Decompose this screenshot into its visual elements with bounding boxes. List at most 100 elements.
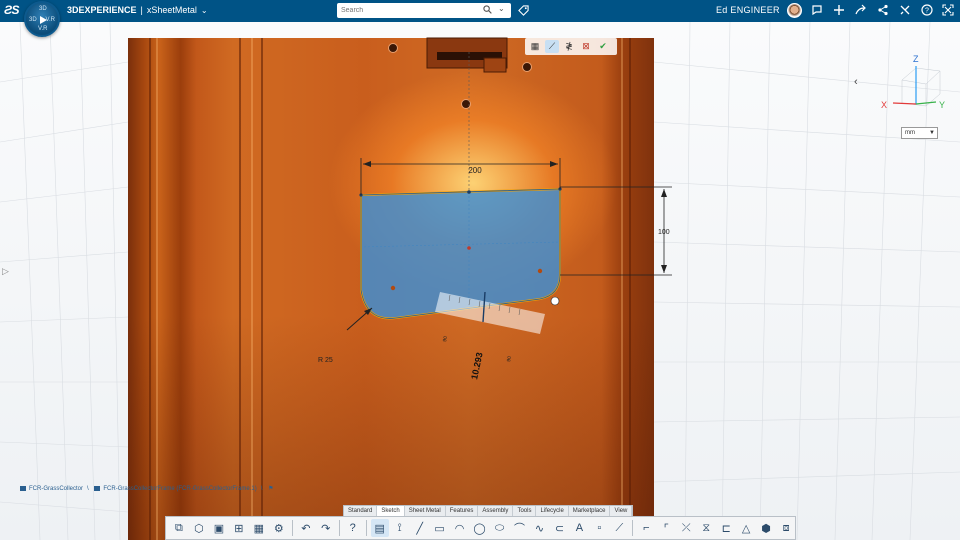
- ruler-label-1: 90: [442, 336, 449, 343]
- undo-icon[interactable]: ↶: [297, 519, 315, 537]
- chevron-down-icon: ▼: [929, 130, 935, 136]
- sketch-overlay: 200 100 R 25 10.293 90 90 Z X Y: [149, 37, 945, 540]
- help-icon[interactable]: ?: [921, 4, 933, 16]
- compass-north: 3D: [39, 6, 47, 12]
- tab-sketch[interactable]: Sketch: [377, 506, 405, 516]
- circle-icon[interactable]: ◯: [471, 519, 489, 537]
- breadcrumb-separator: \: [260, 486, 263, 492]
- sketch-context-toolbar: ▦ ⟋ ≹ ⊠ ✔: [525, 38, 617, 55]
- construction-icon[interactable]: ⟋: [610, 519, 628, 537]
- tab-sheet-metal[interactable]: Sheet Metal: [405, 506, 446, 516]
- tab-lifecycle[interactable]: Lifecycle: [536, 506, 569, 516]
- search-dropdown-icon[interactable]: ⌄: [498, 4, 505, 13]
- title-separator: |: [140, 5, 143, 15]
- grid-icon[interactable]: ▦: [528, 40, 542, 53]
- fullscreen-icon[interactable]: [942, 4, 954, 16]
- search-box[interactable]: ⌄: [337, 3, 511, 18]
- component-icon[interactable]: ⧉: [170, 519, 188, 537]
- toolbar-divider: [632, 520, 634, 536]
- top-bar: ƧS 3DEXPERIENCE|xSheetMetal ⌄ ⌄ Ed ENGINE…: [0, 0, 960, 22]
- point-icon[interactable]: ▫: [590, 519, 608, 537]
- text-icon[interactable]: A: [570, 519, 588, 537]
- tab-tools[interactable]: Tools: [513, 506, 537, 516]
- ds-logo: ƧS: [4, 3, 20, 17]
- axis-x-label: X: [881, 100, 887, 110]
- sketch-icon[interactable]: ⚑: [268, 486, 273, 492]
- sketch-grid-icon[interactable]: ▤: [370, 519, 389, 537]
- compass-west: 3D: [29, 17, 37, 23]
- save-icon[interactable]: ▣: [210, 519, 228, 537]
- spline-icon[interactable]: ∿: [530, 519, 548, 537]
- conic-icon[interactable]: ⌒: [511, 519, 529, 537]
- breadcrumb-separator: \: [87, 486, 89, 492]
- chamfer-icon[interactable]: ⌜: [657, 519, 675, 537]
- search-icon[interactable]: [483, 5, 492, 14]
- toolbar-divider: [365, 520, 367, 536]
- axis-y-label: Y: [939, 100, 945, 110]
- breadcrumb: FCR-GrassCollector \ FCR-GrassCollectorFr…: [20, 485, 277, 492]
- ruler-label-2: 90: [506, 356, 513, 363]
- tab-marketplace[interactable]: Marketplace: [569, 506, 611, 516]
- tab-standard[interactable]: Standard: [344, 506, 378, 516]
- fillet-icon[interactable]: ⌐: [637, 519, 655, 537]
- play-icon[interactable]: [40, 16, 47, 24]
- dimension-live[interactable]: 10.293: [469, 351, 485, 380]
- chat-icon[interactable]: [811, 4, 823, 16]
- user-name[interactable]: Ed ENGINEER: [716, 5, 780, 15]
- constraint-icon[interactable]: △: [737, 519, 755, 537]
- profile-icon[interactable]: ⟟: [391, 519, 409, 537]
- replace-icon[interactable]: ⊞: [230, 519, 248, 537]
- bracket-feature: [426, 37, 508, 73]
- slot-icon[interactable]: ⊂: [550, 519, 568, 537]
- tab-features[interactable]: Features: [446, 506, 479, 516]
- tools-icon[interactable]: [899, 4, 911, 16]
- breadcrumb-item-2[interactable]: FCR-GrassCollectorFrame (FCR-GrassCollec…: [103, 486, 256, 492]
- chevron-left-icon[interactable]: ‹: [854, 76, 858, 88]
- tab-view[interactable]: View: [610, 506, 633, 516]
- unit-select[interactable]: mm ▼: [901, 127, 938, 139]
- rectangle-icon[interactable]: ▭: [431, 519, 449, 537]
- chevron-down-icon[interactable]: ⌄: [201, 6, 208, 15]
- compass-south: V.R: [38, 26, 48, 32]
- tag-icon[interactable]: [518, 5, 529, 16]
- share-icon[interactable]: [855, 4, 867, 16]
- grid-icon[interactable]: ▦: [250, 519, 268, 537]
- compass-widget[interactable]: 3D 3D V.R V.R: [24, 1, 60, 37]
- dimension-radius[interactable]: R 25: [318, 357, 333, 364]
- 3d-viewport[interactable]: 200 100 R 25 10.293 90 90 Z X Y ▦ ⟋ ≹ ⊠ …: [0, 22, 960, 540]
- toolbar-divider: [291, 520, 293, 536]
- quick-trim-icon[interactable]: ⧖: [697, 519, 715, 537]
- tab-assembly[interactable]: Assembly: [478, 506, 514, 516]
- brand-label: 3DEXPERIENCE: [67, 5, 137, 15]
- solid-icon[interactable]: ⬢: [757, 519, 775, 537]
- part-icon: [94, 485, 101, 491]
- svg-text:?: ?: [925, 8, 929, 15]
- network-icon[interactable]: [877, 4, 889, 16]
- toolbar-divider: [338, 520, 340, 536]
- ellipse-icon[interactable]: ⬭: [491, 519, 509, 537]
- constraint-icon[interactable]: ≹: [562, 40, 576, 53]
- app-name: xSheetMetal: [146, 5, 197, 15]
- gear-icon[interactable]: ⚙: [270, 519, 288, 537]
- dimension-width[interactable]: 200: [468, 166, 482, 175]
- app-title[interactable]: 3DEXPERIENCE | xSheetMetal ⌄: [67, 5, 208, 15]
- help-icon[interactable]: ?: [344, 519, 362, 537]
- arc-icon[interactable]: ◠: [451, 519, 469, 537]
- unit-value: mm: [905, 130, 915, 136]
- side-panel-handle[interactable]: ▷: [2, 266, 9, 277]
- dimension-height[interactable]: 100: [658, 229, 670, 236]
- line-icon[interactable]: ╱: [411, 519, 429, 537]
- breadcrumb-item-1[interactable]: FCR-GrassCollector: [29, 486, 83, 492]
- action-bar-tabs: Standard Sketch Sheet Metal Features Ass…: [343, 505, 634, 516]
- search-input[interactable]: [341, 5, 471, 16]
- sketch-mode-icon[interactable]: ⟋: [545, 40, 559, 53]
- avatar[interactable]: [787, 3, 802, 18]
- part-design-icon[interactable]: ⬡: [190, 519, 208, 537]
- exit-sketch-icon[interactable]: ⊠: [579, 40, 593, 53]
- offset-icon[interactable]: ⊏: [717, 519, 735, 537]
- add-icon[interactable]: [833, 4, 845, 16]
- validate-icon[interactable]: ✔: [596, 40, 610, 53]
- redo-icon[interactable]: ↷: [317, 519, 335, 537]
- trim-icon[interactable]: ⤫: [677, 519, 695, 537]
- project-icon[interactable]: ⧈: [777, 519, 795, 537]
